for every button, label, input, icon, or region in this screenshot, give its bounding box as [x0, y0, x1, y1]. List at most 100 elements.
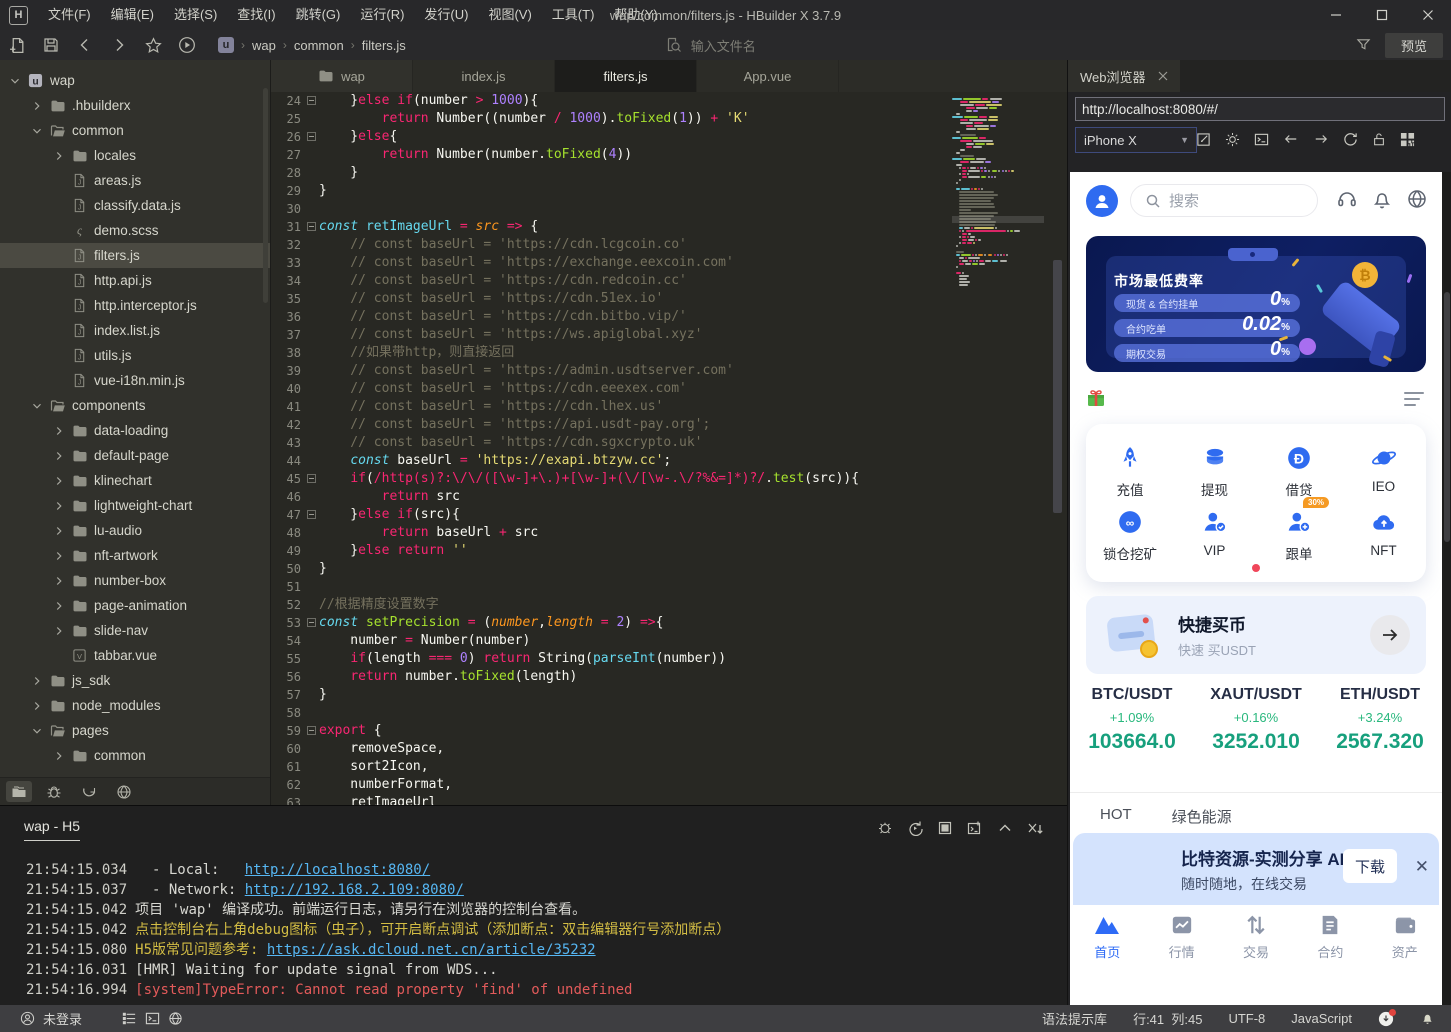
collapse-up-icon[interactable] — [997, 820, 1013, 836]
run-button[interactable] — [170, 31, 204, 59]
promo-banner[interactable]: 市场最低费率 现货 & 合约挂单0%合约吃单0.02%期权交易0% ₿ — [1086, 236, 1426, 372]
tree-item-nft-artwork[interactable]: nft-artwork — [0, 543, 270, 568]
breadcrumb-common[interactable]: common — [294, 38, 344, 53]
browser-tab-close-icon[interactable] — [1158, 71, 1168, 81]
terminal-icon[interactable] — [145, 1011, 160, 1026]
login-status[interactable]: 未登录 — [43, 1009, 82, 1028]
menu-item-6[interactable]: 发行(U) — [414, 0, 478, 30]
tree-item-filters.js[interactable]: Jfilters.js — [0, 243, 270, 268]
editor-tab-wap[interactable]: wap — [271, 60, 413, 92]
tree-expand-icon[interactable] — [52, 624, 66, 638]
new-terminal-icon[interactable] — [967, 820, 983, 836]
debug-icon[interactable] — [877, 820, 893, 836]
ticker-btc[interactable]: BTC/USDT+1.09%103664.0 — [1070, 686, 1194, 754]
tree-collapse-icon[interactable] — [8, 74, 22, 88]
grid-item-vip[interactable]: VIP — [1173, 506, 1257, 558]
tree-item-index.list.js[interactable]: Jindex.list.js — [0, 318, 270, 343]
back-button[interactable] — [68, 31, 102, 59]
file-search-input[interactable]: 输入文件名 — [666, 36, 756, 55]
menu-item-3[interactable]: 查找(I) — [227, 0, 285, 30]
editor-tab-filters.js[interactable]: filters.js — [555, 60, 697, 92]
user-account-icon[interactable] — [20, 1011, 35, 1026]
debug-bug-icon[interactable] — [41, 781, 67, 802]
tree-collapse-icon[interactable] — [30, 399, 44, 413]
console-terminal-icon[interactable] — [1254, 132, 1269, 147]
explorer-files-icon[interactable] — [6, 781, 32, 802]
fold-marker[interactable] — [307, 618, 316, 627]
tree-expand-icon[interactable] — [52, 524, 66, 538]
ticker-xaut[interactable]: XAUT/USDT+0.16%3252.010 — [1194, 686, 1318, 754]
menu-item-0[interactable]: 文件(F) — [38, 0, 101, 30]
market-tab-1[interactable]: 绿色能源 — [1172, 806, 1232, 827]
tree-expand-icon[interactable] — [52, 574, 66, 588]
tree-expand-icon[interactable] — [52, 499, 66, 513]
editor-tab-index.js[interactable]: index.js — [413, 60, 555, 92]
grid-item-coins[interactable]: 提现 — [1173, 442, 1257, 499]
tree-item-page-animation[interactable]: page-animation — [0, 593, 270, 618]
tree-collapse-icon[interactable] — [30, 724, 44, 738]
menu-item-7[interactable]: 视图(V) — [478, 0, 541, 30]
editor-scrollbar[interactable] — [1053, 260, 1062, 513]
tree-expand-icon[interactable] — [52, 549, 66, 563]
preview-button[interactable]: 预览 — [1385, 33, 1443, 58]
grid-item-planet[interactable]: IEO — [1342, 442, 1426, 494]
fold-marker[interactable] — [307, 726, 316, 735]
grid-item-mining[interactable]: ∞锁仓挖矿 — [1088, 506, 1172, 563]
console-link[interactable]: http://localhost:8080/ — [245, 860, 430, 880]
tree-item-common[interactable]: common — [0, 118, 270, 143]
menu-item-2[interactable]: 选择(S) — [164, 0, 227, 30]
nav-home[interactable]: 首页 — [1070, 912, 1144, 961]
fold-marker[interactable] — [307, 222, 316, 231]
reload-icon[interactable] — [1343, 132, 1358, 147]
tree-expand-icon[interactable] — [52, 149, 66, 163]
tree-item-components[interactable]: components — [0, 393, 270, 418]
browser-url-input[interactable] — [1075, 97, 1445, 121]
download-button[interactable]: 下载 — [1343, 849, 1397, 883]
nav-trade[interactable]: 交易 — [1219, 912, 1293, 961]
nav-forward-icon[interactable] — [1313, 132, 1329, 146]
arrow-right-icon[interactable] — [1370, 615, 1410, 655]
tree-expand-icon[interactable] — [52, 749, 66, 763]
fold-marker[interactable] — [307, 474, 316, 483]
notification-bell-icon[interactable] — [1371, 188, 1393, 210]
tree-item-areas.js[interactable]: Jareas.js — [0, 168, 270, 193]
unlock-icon[interactable] — [1372, 132, 1386, 147]
console-tab[interactable]: wap - H5 — [24, 818, 80, 841]
syntax-lib-status[interactable]: 语法提示库 — [1042, 1009, 1107, 1028]
web-icon[interactable] — [168, 1011, 183, 1026]
gift-icon[interactable] — [1086, 388, 1106, 408]
outline-list-icon[interactable] — [122, 1011, 137, 1026]
breadcrumb-filters[interactable]: filters.js — [362, 38, 406, 53]
tree-item-node-modules[interactable]: node_modules — [0, 693, 270, 718]
tree-item-http.interceptor.js[interactable]: Jhttp.interceptor.js — [0, 293, 270, 318]
stop-icon[interactable] — [937, 820, 953, 836]
language-mode[interactable]: JavaScript — [1291, 1011, 1352, 1026]
device-selector[interactable]: iPhone X ▼ — [1075, 127, 1197, 153]
tree-item-wap[interactable]: uwap — [0, 68, 270, 93]
banner-close-icon[interactable]: ✕ — [1415, 857, 1429, 877]
tree-item-lightweight-chart[interactable]: lightweight-chart — [0, 493, 270, 518]
forward-button[interactable] — [102, 31, 136, 59]
minimap[interactable] — [952, 98, 1044, 287]
notification-bell-icon[interactable] — [1420, 1011, 1435, 1026]
bookmark-star-button[interactable] — [136, 31, 170, 59]
fold-marker[interactable] — [307, 96, 316, 105]
save-button[interactable] — [34, 31, 68, 59]
fold-marker[interactable] — [307, 510, 316, 519]
tree-expand-icon[interactable] — [52, 424, 66, 438]
nav-wallet[interactable]: 资产 — [1368, 912, 1442, 961]
app-search-input[interactable]: 搜索 — [1130, 184, 1318, 217]
tree-item-default-page[interactable]: default-page — [0, 443, 270, 468]
tree-expand-icon[interactable] — [52, 474, 66, 488]
tree-item-klinechart[interactable]: klinechart — [0, 468, 270, 493]
tree-item-js-sdk[interactable]: js_sdk — [0, 668, 270, 693]
tree-item-http.api.js[interactable]: Jhttp.api.js — [0, 268, 270, 293]
tree-item-classify.data.js[interactable]: Jclassify.data.js — [0, 193, 270, 218]
tree-item-tabbar.vue[interactable]: Vtabbar.vue — [0, 643, 270, 668]
quick-buy-card[interactable]: 快捷买币 快速 买USDT — [1086, 596, 1426, 674]
tree-item-slide-nav[interactable]: slide-nav — [0, 618, 270, 643]
tree-item-vue-i18n.min.js[interactable]: Jvue-i18n.min.js — [0, 368, 270, 393]
tree-expand-icon[interactable] — [30, 99, 44, 113]
open-external-icon[interactable] — [1196, 132, 1211, 147]
nav-contract[interactable]: 合约 — [1293, 912, 1367, 961]
